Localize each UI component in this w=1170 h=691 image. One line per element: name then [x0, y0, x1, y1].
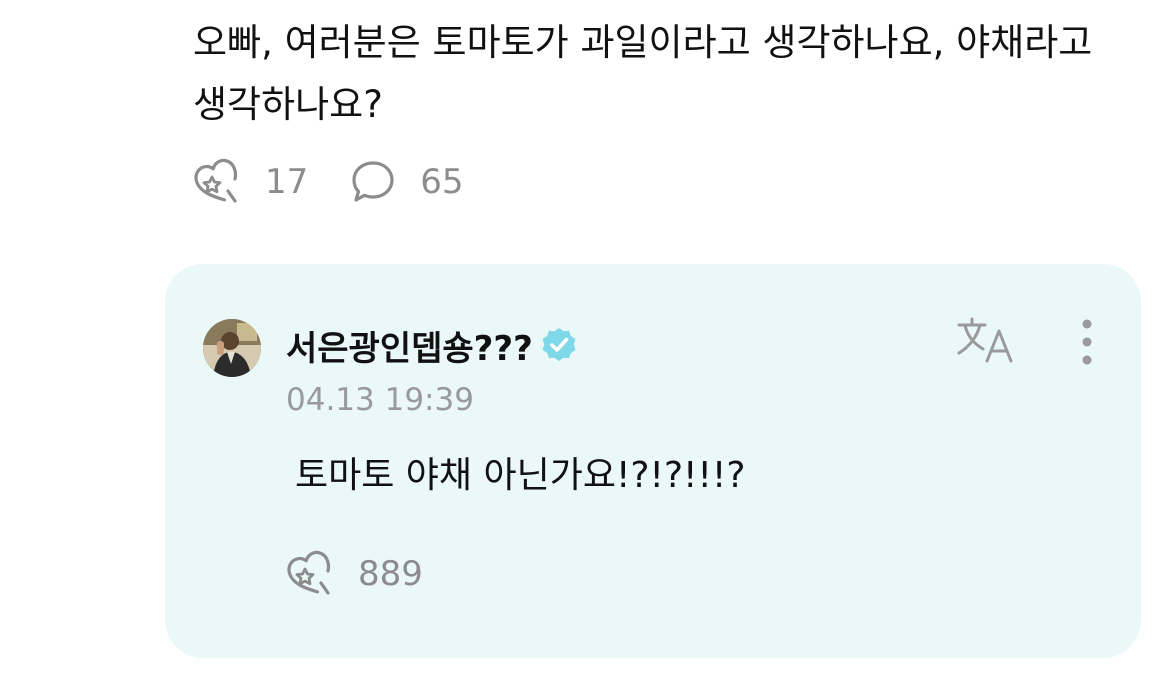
author-row: 서은광인뎁숑??? [286, 321, 579, 370]
post-like-count: 17 [265, 162, 309, 202]
reply-timestamp: 04.13 19:39 [286, 382, 474, 418]
reply-card: 서은광인뎁숑??? 04.13 19:39 토마토 야채 아닌가요!?!?!!!… [165, 264, 1141, 658]
post-text: 오빠, 여러분은 토마토가 과일이라고 생각하나요, 야채라고 생각하나요? [193, 21, 1093, 126]
post-like-button[interactable]: 17 [193, 157, 308, 207]
reply-actions: 889 [286, 549, 423, 599]
post-comment-button[interactable]: 65 [348, 157, 464, 207]
avatar[interactable] [203, 319, 261, 377]
author-name[interactable]: 서은광인뎁숑??? [286, 321, 533, 370]
reply-like-count: 889 [358, 554, 423, 594]
heart-star-icon [286, 549, 336, 599]
reply-text: 토마토 야채 아닌가요!?!?!!!? [295, 455, 746, 496]
post-comment-count: 65 [420, 162, 464, 202]
heart-star-icon [193, 157, 243, 207]
more-options-button[interactable] [1070, 316, 1104, 372]
post-actions: 17 65 [193, 157, 464, 207]
translate-icon [955, 315, 1017, 369]
speech-bubble-icon [348, 157, 398, 207]
reply-like-button[interactable]: 889 [286, 549, 423, 599]
translate-button[interactable] [955, 316, 1017, 368]
verified-badge-icon [539, 325, 579, 365]
more-vertical-icon [1079, 317, 1095, 371]
